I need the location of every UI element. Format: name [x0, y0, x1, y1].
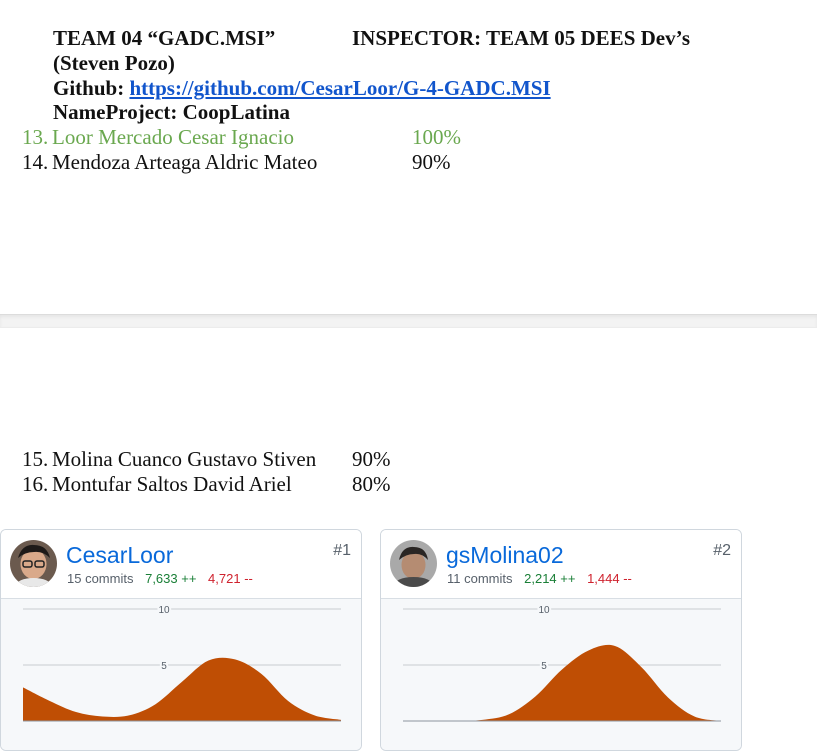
inspector-title: INSPECTOR: TEAM 05 DEES Dev’s — [352, 26, 690, 50]
project-name: NameProject: CoopLatina — [53, 100, 290, 124]
contributor-stats: 15 commits 7,633 ++ 4,721 -- — [67, 571, 253, 586]
deletions: 1,444 -- — [587, 571, 632, 586]
team-title: TEAM 04 “GADC.MSI” — [53, 26, 276, 50]
github-line: Github: https://github.com/CesarLoor/G-4… — [53, 76, 551, 101]
y-tick-label: 5 — [541, 661, 547, 672]
y-tick-label: 10 — [538, 605, 550, 616]
contribution-chart: 10 5 — [381, 599, 741, 750]
page-break — [0, 314, 817, 328]
y-tick-label: 10 — [158, 605, 170, 616]
member-number: 13. — [22, 125, 49, 149]
contributor-card: gsMolina02 11 commits 2,214 ++ 1,444 -- … — [380, 529, 742, 751]
contributor-username[interactable]: gsMolina02 — [446, 542, 564, 568]
member-name: (Steven Pozo) — [53, 51, 175, 75]
member-percent: 90% — [352, 447, 391, 471]
contributor-header: CesarLoor 15 commits 7,633 ++ 4,721 -- #… — [1, 530, 361, 599]
member-number: 16. — [22, 472, 49, 496]
member-name: Mendoza Arteaga Aldric Mateo — [52, 150, 318, 174]
member-number: 15. — [22, 447, 49, 471]
contributor-rank: #1 — [333, 542, 351, 559]
avatar[interactable] — [10, 540, 57, 587]
contributor-rank: #2 — [713, 542, 731, 559]
commit-count[interactable]: 15 commits — [67, 571, 133, 586]
document-page-1: TEAM 04 “GADC.MSI” INSPECTOR: TEAM 05 DE… — [0, 0, 817, 314]
member-name: Loor Mercado Cesar Ignacio — [52, 125, 294, 149]
member-name: Molina Cuanco Gustavo Stiven — [52, 447, 317, 471]
y-tick-label: 5 — [161, 661, 167, 672]
contributor-stats: 11 commits 2,214 ++ 1,444 -- — [447, 571, 632, 586]
member-percent: 90% — [412, 150, 451, 174]
avatar[interactable] — [390, 540, 437, 587]
member-name: Montufar Saltos David Ariel — [52, 472, 292, 496]
commit-count[interactable]: 11 commits — [447, 571, 513, 586]
contributor-card: CesarLoor 15 commits 7,633 ++ 4,721 -- #… — [0, 529, 362, 751]
additions: 7,633 ++ — [145, 571, 197, 586]
contributor-header: gsMolina02 11 commits 2,214 ++ 1,444 -- … — [381, 530, 741, 599]
deletions: 4,721 -- — [208, 571, 253, 586]
github-label: Github: — [53, 76, 125, 100]
member-number: 14. — [22, 150, 49, 174]
commit-area — [23, 657, 341, 721]
member-percent: 80% — [352, 472, 391, 496]
commit-area — [403, 644, 721, 721]
member-percent: 100% — [412, 125, 461, 149]
contribution-chart-svg: 10 5 — [23, 603, 341, 722]
contributor-username[interactable]: CesarLoor — [66, 542, 173, 568]
github-link[interactable]: https://github.com/CesarLoor/G-4-GADC.MS… — [129, 76, 550, 100]
contribution-chart: 10 5 — [1, 599, 361, 750]
contribution-chart-svg: 10 5 — [403, 603, 721, 722]
additions: 2,214 ++ — [524, 571, 576, 586]
